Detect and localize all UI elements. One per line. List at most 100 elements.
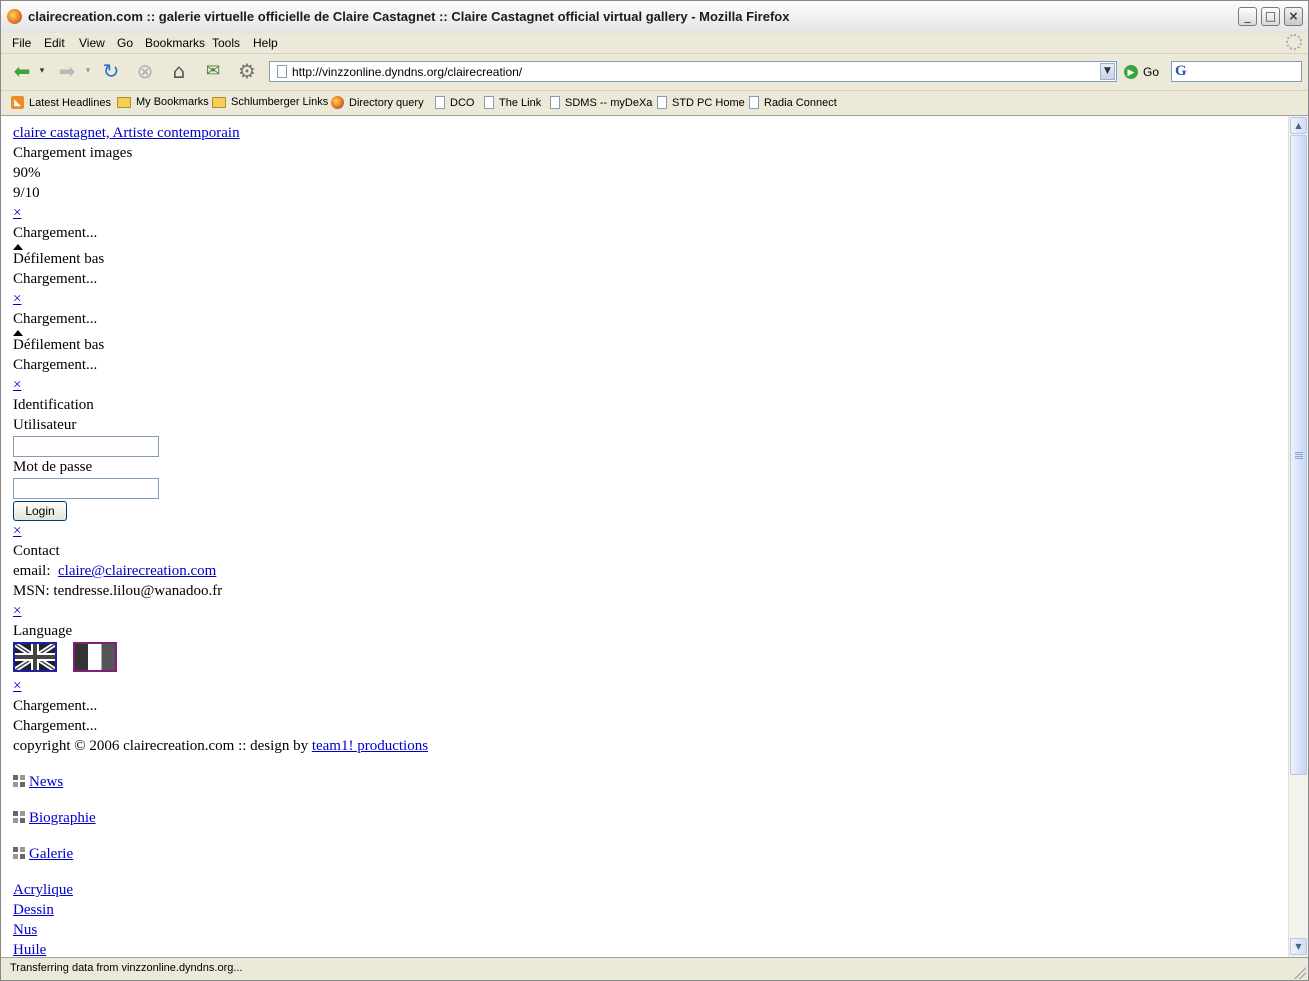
search-box[interactable]: G bbox=[1171, 61, 1302, 82]
close-link[interactable]: × bbox=[13, 291, 21, 308]
title-bar: clairecreation.com :: galerie virtuelle … bbox=[1, 1, 1308, 34]
bookmark-sdms-mydexa[interactable]: SDMS -- myDeXa bbox=[550, 96, 652, 109]
rss-icon: ◣ bbox=[11, 96, 24, 109]
site-title-link[interactable]: claire castagnet, Artiste contemporain bbox=[13, 125, 240, 142]
scroll-up-arrow-icon[interactable] bbox=[13, 244, 23, 250]
nus-link[interactable]: Nus bbox=[13, 922, 37, 939]
folder-icon bbox=[212, 96, 226, 108]
email-row: email: claire@clairecreation.com bbox=[13, 563, 216, 580]
close-link[interactable]: × bbox=[13, 523, 21, 540]
home-icon[interactable]: ⌂ bbox=[166, 58, 192, 84]
forward-arrow-icon[interactable]: ➡ bbox=[54, 58, 80, 84]
gear-icon[interactable]: ⚙ bbox=[234, 58, 260, 84]
search-input[interactable] bbox=[1196, 63, 1300, 82]
dessin-link[interactable]: Dessin bbox=[13, 902, 54, 919]
close-link[interactable]: × bbox=[13, 603, 21, 620]
scroll-up-arrow-icon[interactable] bbox=[13, 330, 23, 336]
username-input[interactable] bbox=[13, 436, 159, 457]
bookmark-dco[interactable]: DCO bbox=[435, 96, 474, 109]
thumb-grip-icon bbox=[1295, 452, 1303, 460]
address-bar[interactable]: ▼ bbox=[269, 61, 1117, 82]
bookmarks-toolbar: ◣ Latest Headlines My Bookmarks Schlumbe… bbox=[1, 91, 1308, 116]
biographie-link[interactable]: Biographie bbox=[29, 810, 96, 826]
menu-tools[interactable]: Tools bbox=[212, 36, 240, 50]
grid-bullet-icon bbox=[13, 775, 25, 787]
reload-icon[interactable]: ↻ bbox=[98, 58, 124, 84]
menu-edit[interactable]: Edit bbox=[44, 36, 65, 50]
login-button[interactable]: Login bbox=[13, 501, 67, 521]
close-link[interactable]: × bbox=[13, 377, 21, 394]
scrollbar-thumb[interactable] bbox=[1290, 135, 1307, 775]
navigation-toolbar: ⬅ ▾ ➡ ▾ ↻ ⊗ ⌂ ✉ ⚙ ▼ ▶ Go G bbox=[1, 54, 1308, 91]
bookmark-label: Radia Connect bbox=[764, 96, 837, 109]
french-flag-icon[interactable] bbox=[73, 642, 117, 672]
url-dropdown-icon[interactable]: ▼ bbox=[1100, 63, 1115, 80]
galerie-link[interactable]: Galerie bbox=[29, 846, 73, 862]
acrylique-link[interactable]: Acrylique bbox=[13, 882, 73, 899]
identification-title: Identification bbox=[13, 397, 94, 413]
email-link[interactable]: claire@clairecreation.com bbox=[58, 563, 216, 579]
bookmark-my-bookmarks[interactable]: My Bookmarks bbox=[117, 96, 209, 108]
google-search-icon: G bbox=[1175, 63, 1187, 79]
url-input[interactable] bbox=[292, 63, 1092, 80]
folder-icon bbox=[117, 96, 131, 108]
loading-images-text: Chargement images bbox=[13, 145, 133, 161]
news-link[interactable]: News bbox=[29, 774, 63, 790]
progress-percent: 90% bbox=[13, 165, 41, 181]
menu-help[interactable]: Help bbox=[253, 36, 278, 50]
bookmark-latest-headlines[interactable]: ◣ Latest Headlines bbox=[11, 96, 111, 109]
uk-flag-icon[interactable] bbox=[13, 642, 57, 672]
forward-history-dropdown-icon[interactable]: ▾ bbox=[81, 58, 95, 84]
bookmark-label: Schlumberger Links bbox=[231, 96, 329, 108]
loading-text: Chargement... bbox=[13, 718, 98, 734]
bookmark-label: STD PC Home bbox=[672, 96, 745, 109]
menu-bookmarks[interactable]: Bookmarks bbox=[145, 36, 205, 50]
loading-text: Chargement... bbox=[13, 698, 98, 714]
menu-view[interactable]: View bbox=[79, 36, 105, 50]
stop-icon[interactable]: ⊗ bbox=[132, 58, 158, 84]
progress-count: 9/10 bbox=[13, 185, 40, 201]
back-arrow-icon[interactable]: ⬅ bbox=[9, 58, 35, 84]
resize-grip-icon[interactable] bbox=[1294, 967, 1306, 979]
bookmark-directory-query[interactable]: Directory query bbox=[331, 96, 424, 109]
msn-text: MSN: tendresse.lilou@wanadoo.fr bbox=[13, 583, 223, 599]
bookmark-std-pc-home[interactable]: STD PC Home bbox=[657, 96, 745, 109]
bookmark-radia-connect[interactable]: Radia Connect bbox=[749, 96, 837, 109]
bookmark-label: My Bookmarks bbox=[136, 96, 209, 108]
menu-go[interactable]: Go bbox=[117, 36, 133, 50]
minimize-button[interactable]: _ bbox=[1238, 7, 1257, 26]
bookmark-label: SDMS -- myDeXa bbox=[565, 96, 653, 109]
menu-file[interactable]: File bbox=[12, 36, 31, 50]
loading-text: Chargement... bbox=[13, 225, 98, 241]
loading-text: Chargement... bbox=[13, 271, 98, 287]
scroll-down-text[interactable]: Défilement bas bbox=[13, 337, 104, 354]
bookmark-label: The Link bbox=[499, 96, 542, 109]
page-icon bbox=[657, 96, 667, 109]
go-label: Go bbox=[1143, 65, 1160, 79]
loading-text: Chargement... bbox=[13, 357, 98, 373]
grid-bullet-icon bbox=[13, 811, 25, 823]
status-bar: Transferring data from vinzzonline.dyndn… bbox=[1, 957, 1308, 980]
vertical-scrollbar[interactable]: ▲ ▼ bbox=[1288, 116, 1308, 957]
huile-link[interactable]: Huile bbox=[13, 942, 46, 957]
back-history-dropdown-icon[interactable]: ▾ bbox=[35, 58, 49, 84]
menu-bar: File Edit View Go Bookmarks Tools Help bbox=[1, 33, 1308, 54]
bookmark-schlumberger-links[interactable]: Schlumberger Links bbox=[212, 96, 328, 108]
close-button[interactable]: × bbox=[1284, 7, 1303, 26]
browser-window: clairecreation.com :: galerie virtuelle … bbox=[0, 0, 1309, 981]
scroll-up-button[interactable]: ▲ bbox=[1290, 117, 1307, 134]
contact-title: Contact bbox=[13, 543, 60, 559]
go-button[interactable]: ▶ Go bbox=[1124, 62, 1159, 82]
scroll-down-text[interactable]: Défilement bas bbox=[13, 251, 104, 268]
scroll-down-button[interactable]: ▼ bbox=[1290, 938, 1307, 955]
page-content: claire castagnet, Artiste contemporain C… bbox=[1, 116, 1288, 957]
window-title: clairecreation.com :: galerie virtuelle … bbox=[28, 9, 790, 24]
bookmark-the-link[interactable]: The Link bbox=[484, 96, 541, 109]
mail-icon[interactable]: ✉ bbox=[200, 58, 226, 84]
maximize-button[interactable]: □ bbox=[1261, 7, 1280, 26]
status-text: Transferring data from vinzzonline.dyndn… bbox=[10, 962, 243, 974]
password-input[interactable] bbox=[13, 478, 159, 499]
design-credit-link[interactable]: team1! productions bbox=[312, 738, 428, 754]
close-link[interactable]: × bbox=[13, 678, 21, 695]
close-link[interactable]: × bbox=[13, 205, 21, 222]
